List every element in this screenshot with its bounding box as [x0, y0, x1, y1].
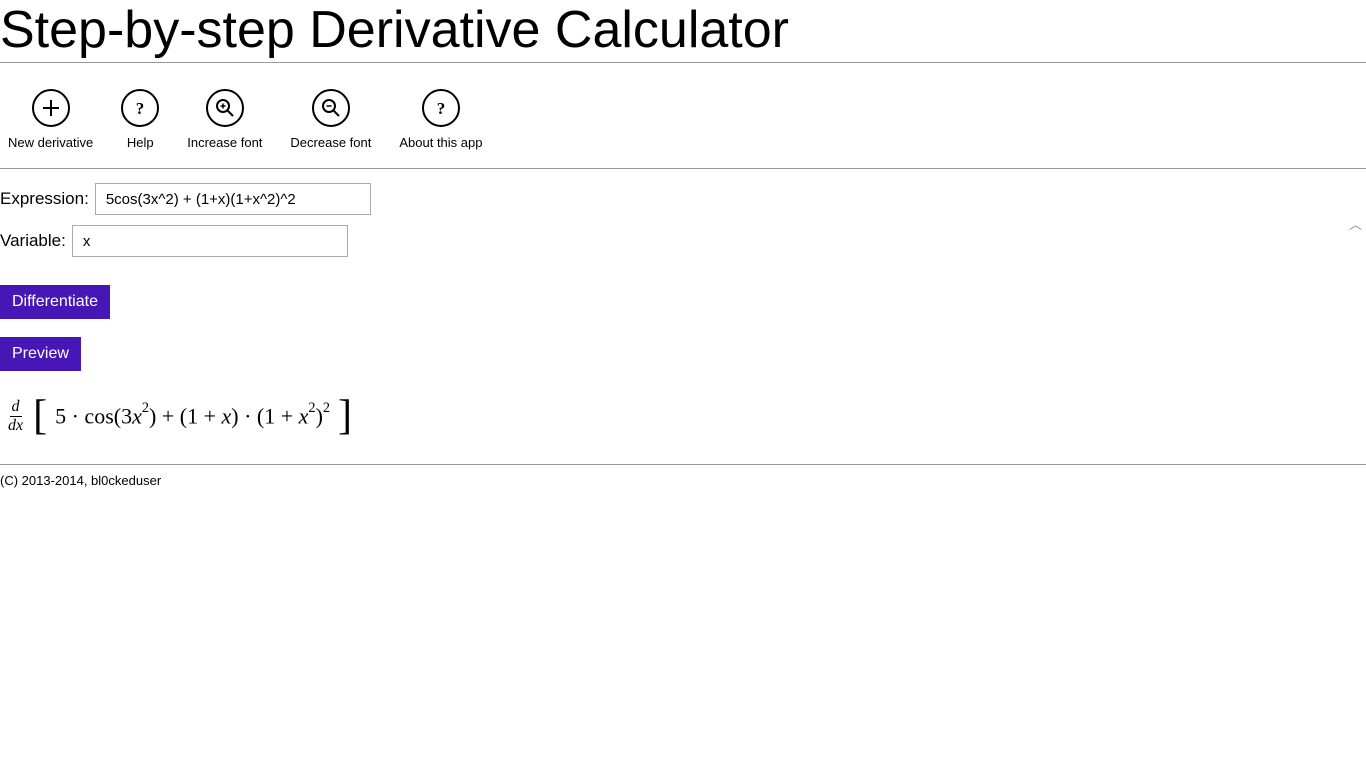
differentiate-button[interactable]: Differentiate	[0, 285, 110, 319]
expression-input[interactable]	[95, 183, 371, 215]
main-content: Expression: Variable: Differentiate Prev…	[0, 169, 1366, 434]
decrease-font-label: Decrease font	[290, 135, 371, 150]
help-label: Help	[127, 135, 154, 150]
variable-label: Variable:	[0, 231, 66, 251]
plus-icon	[32, 89, 70, 127]
preview-button[interactable]: Preview	[0, 337, 81, 371]
toolbar: New derivative ? Help Increase font Decr…	[0, 63, 1366, 168]
variable-input[interactable]	[72, 225, 348, 257]
scroll-up-arrow[interactable]: ︿	[1349, 214, 1362, 233]
math-expression: 5 · cos(3x2) + (1 + x) · (1 + x2)2	[55, 403, 330, 429]
increase-font-button[interactable]: Increase font	[187, 89, 262, 150]
about-label: About this app	[399, 135, 482, 150]
question-icon: ?	[121, 89, 159, 127]
new-derivative-label: New derivative	[8, 135, 93, 150]
zoom-out-icon	[312, 89, 350, 127]
expression-label: Expression:	[0, 189, 89, 209]
bracket-left: [	[33, 400, 47, 434]
bracket-right: ]	[338, 400, 352, 434]
copyright-footer: (C) 2013-2014, bl0ckeduser	[0, 465, 1366, 496]
svg-text:?: ?	[136, 99, 145, 118]
ddx-fraction: d dx	[6, 399, 25, 434]
question-icon: ?	[422, 89, 460, 127]
page-title: Step-by-step Derivative Calculator	[0, 0, 1366, 62]
about-button[interactable]: ? About this app	[399, 89, 482, 150]
help-button[interactable]: ? Help	[121, 89, 159, 150]
svg-text:?: ?	[437, 99, 446, 118]
new-derivative-button[interactable]: New derivative	[8, 89, 93, 150]
zoom-in-icon	[206, 89, 244, 127]
math-preview: d dx [ 5 · cos(3x2) + (1 + x) · (1 + x2)…	[6, 399, 1366, 434]
decrease-font-button[interactable]: Decrease font	[290, 89, 371, 150]
increase-font-label: Increase font	[187, 135, 262, 150]
